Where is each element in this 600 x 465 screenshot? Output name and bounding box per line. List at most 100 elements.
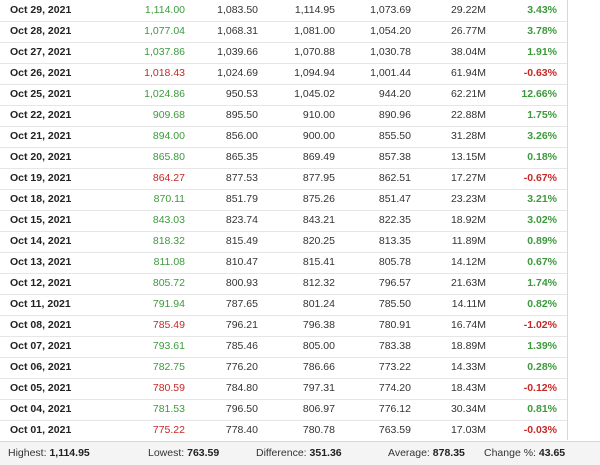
open-cell: 1,024.69 <box>217 67 258 79</box>
summary-change: Change %: 43.65 <box>484 442 565 465</box>
volume-cell: 14.33M <box>450 361 486 373</box>
change-percent-cell: 1.91% <box>527 46 557 58</box>
summary-change-value: 43.65 <box>538 447 566 459</box>
low-cell: 763.59 <box>378 424 411 436</box>
date-cell: Oct 07, 2021 <box>10 340 72 352</box>
volume-cell: 31.28M <box>450 130 486 142</box>
open-cell: 810.47 <box>225 256 258 268</box>
open-cell: 856.00 <box>225 130 258 142</box>
historical-data-panel: Oct 29, 2021 1,114.00 1,083.50 1,114.95 1,07… <box>0 0 600 465</box>
change-percent-cell: 1.74% <box>527 277 557 289</box>
high-cell: 877.95 <box>302 172 335 184</box>
change-percent-cell: 0.81% <box>527 403 557 415</box>
change-percent-cell: -0.03% <box>523 424 557 436</box>
high-cell: 869.49 <box>302 151 335 163</box>
high-cell: 801.24 <box>302 298 335 310</box>
low-cell: 855.50 <box>378 130 411 142</box>
open-cell: 1,039.66 <box>217 46 258 58</box>
high-cell: 1,094.94 <box>294 67 335 79</box>
open-cell: 815.49 <box>225 235 258 247</box>
change-percent-cell: 0.28% <box>527 361 557 373</box>
change-percent-cell: 1.39% <box>527 340 557 352</box>
change-percent-cell: 0.89% <box>527 235 557 247</box>
change-percent-cell: 3.78% <box>527 25 557 37</box>
low-cell: 780.91 <box>378 319 411 331</box>
summary-average-label: Average: <box>388 447 430 459</box>
volume-cell: 38.04M <box>450 46 486 58</box>
high-cell: 910.00 <box>302 109 335 121</box>
open-cell: 787.65 <box>225 298 258 310</box>
low-cell: 785.50 <box>378 298 411 310</box>
low-cell: 1,030.78 <box>370 46 411 58</box>
summary-change-label: Change %: <box>484 447 536 459</box>
volume-cell: 14.12M <box>450 256 486 268</box>
price-cell: 843.03 <box>152 214 185 226</box>
high-cell: 1,070.88 <box>294 46 335 58</box>
summary-difference: Difference: 351.36 <box>256 442 342 465</box>
open-cell: 778.40 <box>225 424 258 436</box>
date-cell: Oct 11, 2021 <box>10 298 71 310</box>
volume-cell: 17.27M <box>450 172 486 184</box>
table-row: Oct 29, 2021 1,114.00 1,083.50 1,114.95 1,07… <box>0 0 567 22</box>
open-cell: 823.74 <box>225 214 258 226</box>
low-cell: 1,054.20 <box>370 25 411 37</box>
change-percent-cell: -1.02% <box>523 319 557 331</box>
low-cell: 1,073.69 <box>370 4 411 16</box>
change-percent-cell: 3.26% <box>527 130 557 142</box>
date-cell: Oct 28, 2021 <box>10 25 72 37</box>
summary-highest-label: Highest: <box>8 447 47 459</box>
high-cell: 796.38 <box>302 319 335 331</box>
summary-average: Average: 878.35 <box>388 442 465 465</box>
table-row: Oct 28, 2021 1,077.04 1,068.31 1,081.00 1,05… <box>0 21 567 43</box>
price-cell: 781.53 <box>152 403 185 415</box>
volume-cell: 18.92M <box>450 214 486 226</box>
table-row: Oct 27, 2021 1,037.86 1,039.66 1,070.88 1,03… <box>0 42 567 64</box>
table-row: Oct 13, 2021 811.08 810.47 815.41 805.78 14.1… <box>0 252 567 274</box>
table-row: Oct 01, 2021 775.22 778.40 780.78 763.59 17.0… <box>0 420 567 442</box>
summary-bar: Highest: 1,114.95 Lowest: 763.59 Differe… <box>0 441 600 465</box>
date-cell: Oct 04, 2021 <box>10 403 72 415</box>
low-cell: 890.96 <box>378 109 411 121</box>
price-cell: 805.72 <box>152 277 185 289</box>
open-cell: 785.46 <box>225 340 258 352</box>
open-cell: 895.50 <box>225 109 258 121</box>
volume-cell: 16.74M <box>450 319 486 331</box>
change-percent-cell: 12.66% <box>521 88 557 100</box>
high-cell: 1,045.02 <box>294 88 335 100</box>
change-percent-cell: 0.67% <box>527 256 557 268</box>
volume-cell: 29.22M <box>450 4 486 16</box>
high-cell: 812.32 <box>302 277 335 289</box>
change-percent-cell: 3.21% <box>527 193 557 205</box>
volume-cell: 22.88M <box>450 109 486 121</box>
price-cell: 909.68 <box>152 109 185 121</box>
date-cell: Oct 08, 2021 <box>10 319 72 331</box>
open-cell: 796.50 <box>225 403 258 415</box>
date-cell: Oct 18, 2021 <box>10 193 72 205</box>
date-cell: Oct 20, 2021 <box>10 151 72 163</box>
price-cell: 818.32 <box>152 235 185 247</box>
high-cell: 1,081.00 <box>294 25 335 37</box>
table-row: Oct 26, 2021 1,018.43 1,024.69 1,094.94 1,00… <box>0 63 567 85</box>
table-row: Oct 25, 2021 1,024.86 950.53 1,045.02 944.20… <box>0 84 567 106</box>
summary-average-value: 878.35 <box>432 447 465 459</box>
volume-cell: 30.34M <box>450 403 486 415</box>
price-cell: 1,037.86 <box>144 46 185 58</box>
change-percent-cell: 0.18% <box>527 151 557 163</box>
price-cell: 894.00 <box>152 130 185 142</box>
open-cell: 865.35 <box>225 151 258 163</box>
open-cell: 851.79 <box>225 193 258 205</box>
low-cell: 796.57 <box>378 277 411 289</box>
low-cell: 857.38 <box>378 151 411 163</box>
open-cell: 800.93 <box>225 277 258 289</box>
low-cell: 862.51 <box>378 172 411 184</box>
date-cell: Oct 21, 2021 <box>10 130 72 142</box>
table-row: Oct 12, 2021 805.72 800.93 812.32 796.57 21.6… <box>0 273 567 295</box>
table-row: Oct 11, 2021 791.94 787.65 801.24 785.50 14.1… <box>0 294 567 316</box>
price-cell: 791.94 <box>152 298 185 310</box>
low-cell: 851.47 <box>378 193 411 205</box>
table-row: Oct 08, 2021 785.49 796.21 796.38 780.91 16.7… <box>0 315 567 337</box>
high-cell: 806.97 <box>302 403 335 415</box>
volume-cell: 62.21M <box>450 88 486 100</box>
change-percent-cell: -0.12% <box>523 382 557 394</box>
volume-cell: 61.94M <box>450 67 486 79</box>
